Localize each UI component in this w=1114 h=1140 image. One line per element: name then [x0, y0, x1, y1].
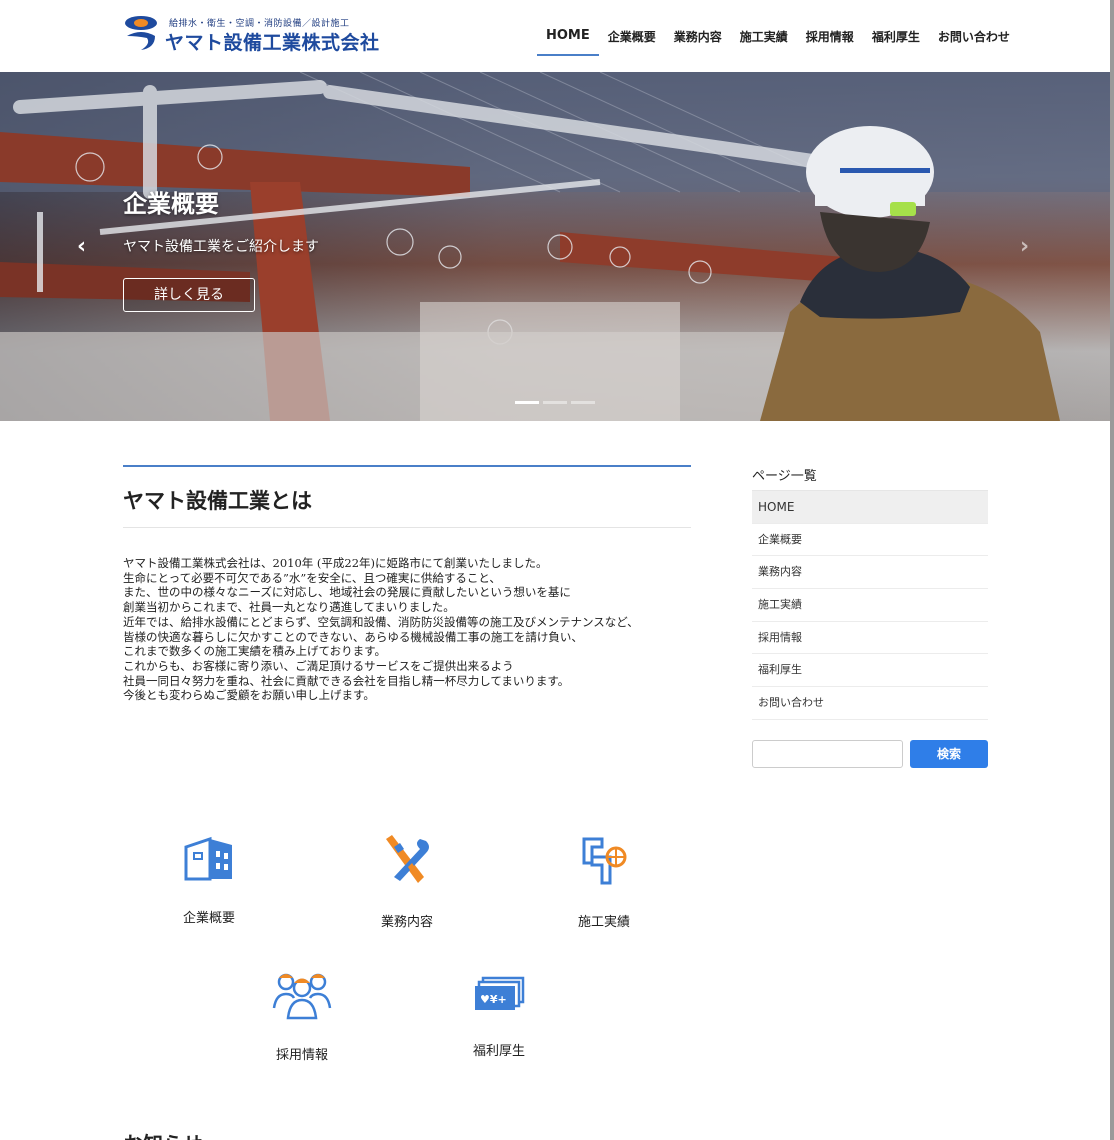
company-logo[interactable]: 給排水・衛生・空調・消防設備／設計施工 ヤマト設備工業株式会社: [123, 14, 379, 54]
about-line: これまで数多くの施工実績を積み上げております。: [123, 644, 387, 659]
feature-label: 施工実績: [577, 915, 630, 930]
about-line: これからも、お客様に寄り添い、ご満足頂けるサービスをご提供出来るよう: [123, 658, 514, 673]
search-input[interactable]: [752, 739, 903, 768]
news-section-title: お知らせ: [123, 1128, 203, 1140]
about-line: 今後とも変わらぬご愛顧をお願い申し上げます。: [123, 688, 375, 703]
about-body: ヤマト設備工業株式会社は、2010年 (平成22年)に姫路市にて創業いたしました…: [123, 556, 691, 703]
about-title: ヤマト設備工業とは: [123, 485, 691, 528]
feature-welfare[interactable]: ♥¥+ 福利厚生: [439, 968, 559, 1059]
logo-company-name: ヤマト設備工業株式会社: [165, 32, 380, 54]
feature-label: 採用情報: [275, 1048, 328, 1063]
feature-label: 業務内容: [380, 915, 433, 930]
sidebar-item-home[interactable]: HOME: [752, 491, 988, 524]
search-form: 検索: [752, 739, 988, 768]
sidebar-title: ページ一覧: [752, 469, 817, 484]
window-edge: [1110, 0, 1114, 1140]
feature-label: 企業概要: [182, 911, 235, 926]
sidebar-item-contact[interactable]: お問い合わせ: [752, 687, 988, 720]
sidebar: ページ一覧 HOME 企業概要 業務内容 施工実績 採用情報 福利厚生 お問い合…: [752, 465, 988, 768]
about-section: ヤマト設備工業とは ヤマト設備工業株式会社は、2010年 (平成22年)に姫路市…: [123, 465, 691, 703]
nav-works[interactable]: 施工実績: [731, 18, 797, 56]
nav-contact[interactable]: お問い合わせ: [929, 18, 1019, 56]
hero-details-button[interactable]: 詳しく見る: [123, 278, 255, 312]
slide-indicator-2[interactable]: [543, 401, 567, 404]
workers-icon: [272, 973, 332, 1020]
hero-next-icon[interactable]: ›: [1020, 234, 1029, 259]
pipe-valve-icon: [582, 837, 627, 885]
site-header: 給排水・衛生・空調・消防設備／設計施工 ヤマト設備工業株式会社 HOME 企業概…: [0, 0, 1110, 72]
building-icon: [184, 836, 232, 881]
hero-subtitle: ヤマト設備工業をご紹介します: [123, 239, 319, 255]
about-line: ヤマト設備工業株式会社は、2010年 (平成22年)に姫路市にて創業いたしました…: [123, 556, 548, 570]
slide-indicator-1[interactable]: [515, 401, 539, 404]
feature-company[interactable]: 企業概要: [149, 833, 269, 926]
nav-company[interactable]: 企業概要: [599, 18, 665, 56]
sidebar-item-company[interactable]: 企業概要: [752, 524, 988, 557]
about-line: 社員一同日々努力を重ね、社会に貢献できる会社を目指し精一杯尽力してまいります。: [123, 673, 570, 688]
slide-indicators: [515, 401, 595, 404]
about-line: 生命にとって必要不可欠である”水”を安全に、且つ確実に供給すること、: [123, 570, 501, 585]
svg-text:♥¥+: ♥¥+: [480, 993, 507, 1006]
nav-home[interactable]: HOME: [537, 18, 599, 56]
sidebar-item-services[interactable]: 業務内容: [752, 556, 988, 590]
wrench-tools-icon: [386, 835, 429, 883]
feature-works[interactable]: 施工実績: [544, 833, 664, 930]
about-line: 創業当初からこれまで、社員一丸となり邁進してまいりました。: [123, 600, 455, 615]
feature-services[interactable]: 業務内容: [347, 833, 467, 930]
logo-mark-icon: [125, 16, 157, 50]
about-line: また、世の中の様々なニーズに対応し、地域社会の発展に貢献したいという想いを基に: [123, 585, 571, 600]
slide-indicator-3[interactable]: [571, 401, 595, 404]
feature-recruit[interactable]: 採用情報: [242, 968, 362, 1063]
sidebar-page-list: HOME 企業概要 業務内容 施工実績 採用情報 福利厚生 お問い合わせ: [752, 490, 988, 720]
hero-prev-icon[interactable]: ‹: [77, 234, 86, 259]
sidebar-item-works[interactable]: 施工実績: [752, 589, 988, 622]
nav-recruit[interactable]: 採用情報: [797, 18, 863, 56]
feature-label: 福利厚生: [472, 1044, 525, 1059]
about-line: 近年では、給排水設備にとどまらず、空気調和設備、消防防災設備等の施工及びメンテナ…: [123, 614, 639, 629]
money-cards-icon: ♥¥+: [475, 976, 525, 1010]
hero-title: 企業概要: [123, 189, 219, 218]
nav-services[interactable]: 業務内容: [665, 18, 731, 56]
hero-slider: 企業概要 ヤマト設備工業をご紹介します 詳しく見る ‹ ›: [0, 72, 1110, 421]
about-line: 皆様の快適な暮らしに欠かすことのできない、あらゆる機械設備工事の施工を請け負い、: [123, 629, 583, 644]
search-button[interactable]: 検索: [910, 739, 988, 768]
section-rule: [123, 465, 691, 467]
sidebar-item-recruit[interactable]: 採用情報: [752, 622, 988, 655]
nav-welfare[interactable]: 福利厚生: [863, 18, 929, 56]
sidebar-item-welfare[interactable]: 福利厚生: [752, 654, 988, 688]
main-nav: HOME 企業概要 業務内容 施工実績 採用情報 福利厚生 お問い合わせ: [537, 18, 1019, 56]
